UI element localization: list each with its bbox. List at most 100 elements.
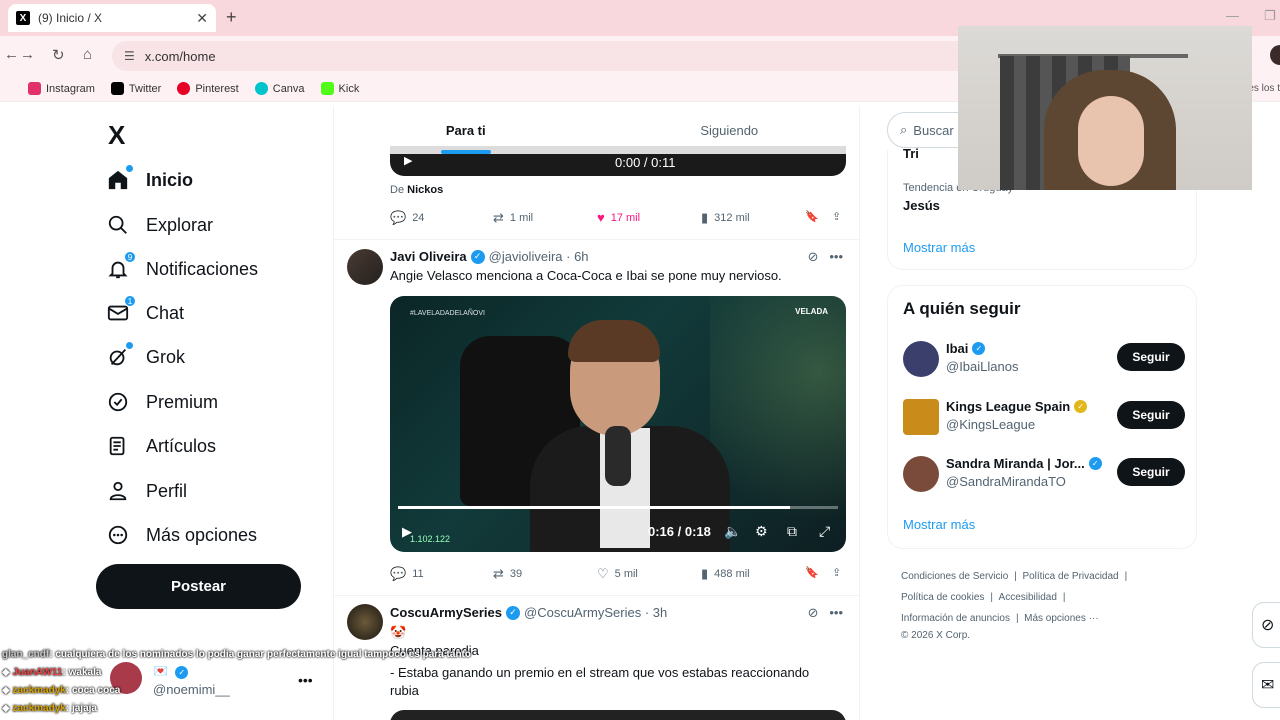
forward-icon[interactable]: → <box>20 46 35 63</box>
follow-button[interactable]: Seguir <box>1117 401 1185 429</box>
tweet-author-name[interactable]: Javi Oliveira <box>390 249 467 264</box>
repost-button[interactable]: ⇄ 39 <box>493 566 522 582</box>
like-button[interactable]: ♡ 5 mil <box>597 566 638 582</box>
who-to-follow-title: A quién seguir <box>903 299 1021 318</box>
views-button[interactable]: ▮ 312 mil <box>701 210 750 226</box>
follow-suggestion[interactable]: Sandra Miranda | Jor... ✓ @SandraMirandaT… <box>903 454 1185 494</box>
site-info-icon[interactable]: ☰ <box>124 49 135 63</box>
nav-notificaciones[interactable]: 9 Notificaciones <box>106 251 258 281</box>
more-options-link[interactable]: Más opciones ··· <box>1024 613 1098 624</box>
repost-icon: ⇄ <box>493 210 504 225</box>
nav-perfil[interactable]: Perfil <box>106 479 187 503</box>
avatar <box>903 456 939 492</box>
video-progress[interactable] <box>398 506 838 509</box>
nav-chat[interactable]: 1 Chat <box>106 295 184 325</box>
nav-premium[interactable]: Premium <box>106 390 218 414</box>
avatar[interactable] <box>347 604 383 640</box>
divider <box>334 595 859 596</box>
tweet-video[interactable]: #LAVELADADELAÑOVI VELADA ▶ 0:16 / 0:18 🔈… <box>390 296 846 552</box>
bookmarks-overflow[interactable]: es los t <box>1248 83 1280 94</box>
home-browser-icon[interactable]: ⌂ <box>83 46 92 63</box>
x-favicon-icon: X <box>16 11 30 25</box>
nav-mas-opciones[interactable]: Más opciones <box>106 523 257 547</box>
terms-link[interactable]: Condiciones de Servicio <box>901 571 1008 582</box>
new-tab-icon[interactable]: + <box>226 7 237 28</box>
tweet-header: CoscuArmySeries ✓ @CoscuArmySeries · 3h <box>390 605 667 620</box>
bookmark-canva[interactable]: Canva <box>254 82 305 95</box>
copyright: © 2026 X Corp. <box>901 630 971 641</box>
tweet-meta[interactable]: @javioliveira · 6h <box>489 249 589 264</box>
messages-fab-icon[interactable]: ✉ <box>1252 662 1280 708</box>
like-button[interactable]: ♥ 17 mil <box>597 210 640 225</box>
avatar[interactable] <box>347 249 383 285</box>
bookmark-kick[interactable]: Kick <box>320 82 359 95</box>
show-more-trends-link[interactable]: Mostrar más <box>903 240 975 255</box>
bookmark-icon[interactable]: 🔖 <box>805 566 819 579</box>
restore-icon[interactable]: ❐ <box>1264 8 1276 24</box>
pip-icon[interactable]: ⧉ <box>787 523 797 540</box>
minimize-icon[interactable]: — <box>1226 8 1239 23</box>
follow-suggestion[interactable]: Ibai ✓ @IbaiLlanos Seguir <box>903 339 1185 379</box>
privacy-link[interactable]: Política de Privacidad <box>1022 571 1118 582</box>
share-icon[interactable]: ⇪ <box>832 566 841 579</box>
verified-icon: ✓ <box>1088 457 1102 470</box>
post-button[interactable]: Postear <box>96 564 301 609</box>
follow-button[interactable]: Seguir <box>1117 458 1185 486</box>
accessibility-link[interactable]: Accesibilidad <box>999 592 1057 603</box>
reply-button[interactable]: 💬 11 <box>390 566 424 582</box>
settings-icon[interactable]: ⚙ <box>755 523 768 540</box>
mail-icon: 1 <box>106 295 136 325</box>
reply-button[interactable]: 💬 24 <box>390 210 424 226</box>
nav-inicio[interactable]: Inicio <box>106 165 193 192</box>
more-dots-icon[interactable]: ••• <box>829 605 843 620</box>
video-source-link[interactable]: Nickos <box>407 184 443 196</box>
repost-button[interactable]: ⇄ 1 mil <box>493 210 533 226</box>
browser-tab[interactable]: X (9) Inicio / X ✕ <box>8 4 216 32</box>
share-icon[interactable]: ⇪ <box>832 210 841 223</box>
show-more-follow-link[interactable]: Mostrar más <box>903 517 975 532</box>
bookmark-twitter[interactable]: Twitter <box>110 82 161 95</box>
chat-message: ◆ zackmadyk: jajaja <box>2 703 97 714</box>
nav-explorar[interactable]: Explorar <box>106 213 213 237</box>
grok-fab-icon[interactable]: ⊘ <box>1252 602 1280 648</box>
tweet-controls: ⊘ ••• <box>808 249 843 265</box>
verified-icon: ✓ <box>506 605 520 620</box>
avatar <box>903 341 939 377</box>
tab-siguiendo[interactable]: Siguiendo <box>598 106 860 154</box>
views-button[interactable]: ▮ 488 mil <box>701 566 750 582</box>
tweet-author-name[interactable]: CoscuArmySeries <box>390 605 502 620</box>
close-tab-icon[interactable]: ✕ <box>196 10 208 27</box>
trend-item[interactable]: Tri <box>903 146 919 161</box>
divider <box>334 239 859 240</box>
home-icon <box>106 165 133 192</box>
bookmark-pinterest[interactable]: Pinterest <box>177 82 239 95</box>
grok-icon[interactable]: ⊘ <box>808 249 819 264</box>
tweet-text: Angie Velasco menciona a Coca-Coca e Iba… <box>390 268 782 283</box>
video-watermark: #LAVELADADELAÑOVI <box>410 310 485 317</box>
follow-button[interactable]: Seguir <box>1117 343 1185 371</box>
bookmark-instagram[interactable]: Instagram <box>28 82 95 95</box>
trend-item[interactable]: Jesús <box>903 198 940 213</box>
bookmark-icon[interactable]: 🔖 <box>805 210 819 223</box>
video-logo: VELADA <box>795 307 828 316</box>
chat-message: glan_cndf: cualquiera de los nominados l… <box>2 649 471 660</box>
volume-icon[interactable]: 🔈 <box>724 523 741 540</box>
person-icon <box>106 479 130 503</box>
reload-icon[interactable]: ↻ <box>52 46 65 64</box>
tweet-meta[interactable]: @CoscuArmySeries · 3h <box>524 605 667 620</box>
grok-icon[interactable]: ⊘ <box>808 605 819 620</box>
more-dots-icon[interactable]: ••• <box>829 249 843 264</box>
verified-gold-icon: ✓ <box>1074 400 1088 413</box>
cookies-link[interactable]: Política de cookies <box>901 592 984 603</box>
back-icon[interactable]: ← <box>4 46 19 63</box>
x-logo-icon[interactable]: X <box>108 120 125 151</box>
fullscreen-icon[interactable]: ⤢ <box>819 523 830 540</box>
chat-message: ◆ JuanAW11: wakala <box>2 667 102 678</box>
nav-articulos[interactable]: Artículos <box>106 434 216 458</box>
nav-grok[interactable]: Grok <box>106 342 185 369</box>
video-corner-label: 1.102.122 <box>410 534 451 544</box>
ads-info-link[interactable]: Información de anuncios <box>901 613 1010 624</box>
play-icon[interactable]: ▶ <box>404 154 412 167</box>
follow-suggestion[interactable]: Kings League Spain ✓ @KingsLeague Seguir <box>903 397 1185 437</box>
tab-para-ti[interactable]: Para ti <box>334 106 598 154</box>
